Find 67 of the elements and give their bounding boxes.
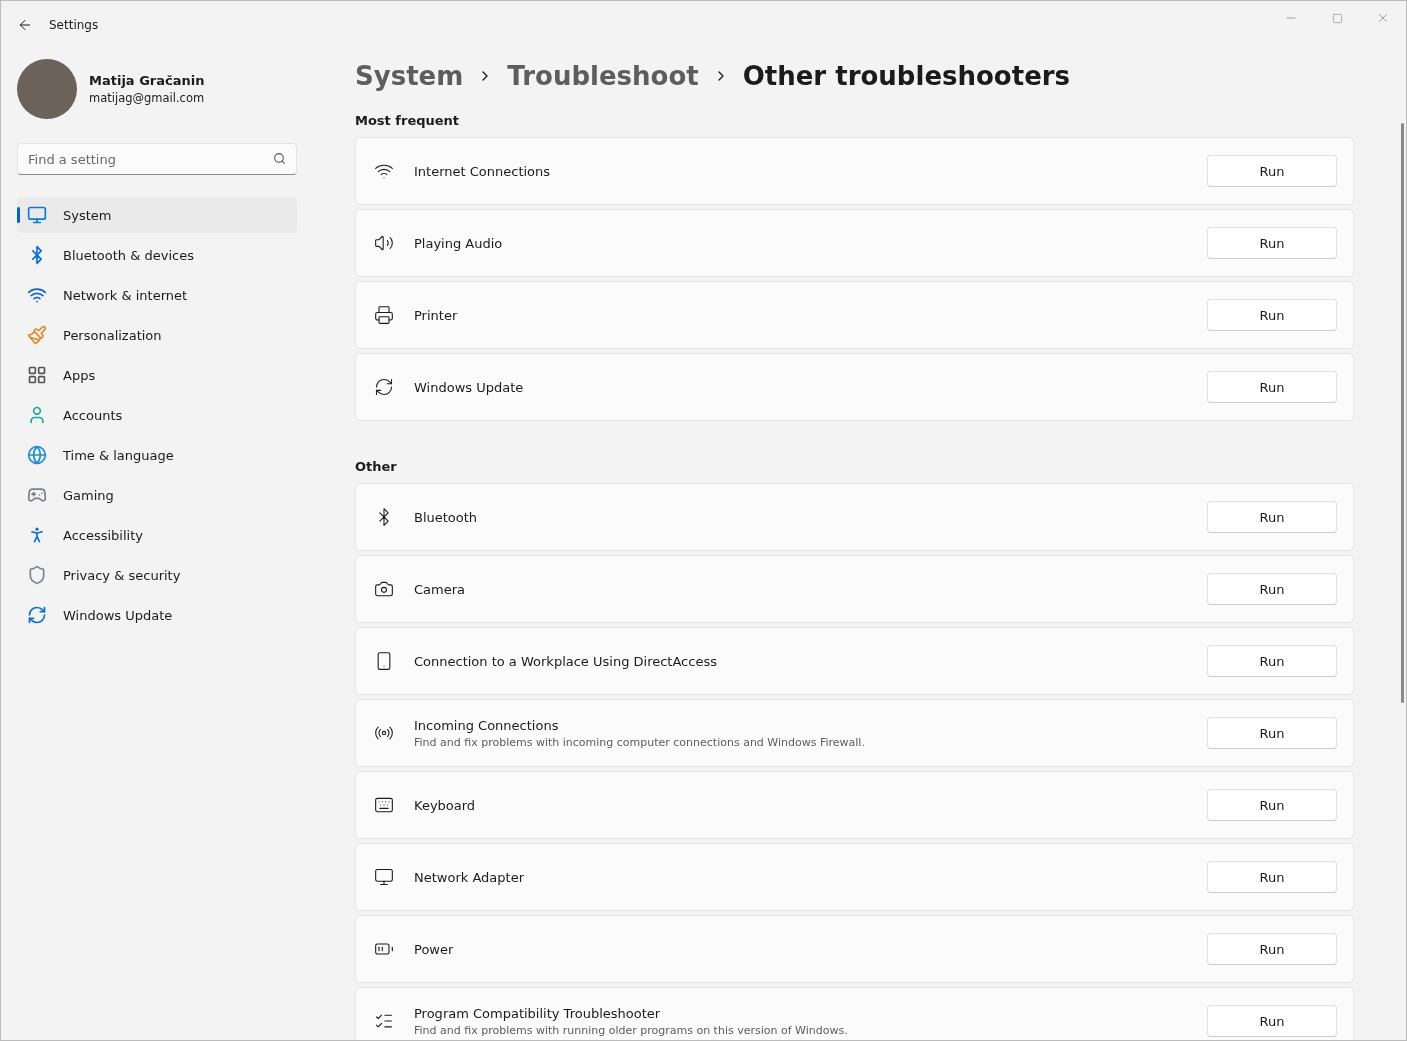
person-icon (27, 405, 47, 425)
shield-icon (27, 565, 47, 585)
run-button[interactable]: Run (1207, 299, 1337, 331)
nav-item[interactable]: Time & language (17, 437, 297, 473)
run-button[interactable]: Run (1207, 1005, 1337, 1037)
breadcrumb-item: Other troubleshooters (742, 61, 1071, 91)
close-icon (1376, 11, 1390, 25)
run-button[interactable]: Run (1207, 645, 1337, 677)
search-icon (273, 152, 286, 165)
breadcrumb-item[interactable]: Troubleshoot (507, 61, 699, 91)
troubleshooter-name: Keyboard (414, 797, 477, 813)
refresh-icon (27, 605, 47, 625)
apps-grid-icon (27, 365, 47, 385)
printer-icon (374, 305, 394, 325)
gamepad-icon (27, 485, 47, 505)
run-button[interactable]: Run (1207, 933, 1337, 965)
globe-icon (27, 445, 47, 465)
run-button[interactable]: Run (1207, 861, 1337, 893)
troubleshooter-name: Playing Audio (414, 235, 504, 251)
nav-item[interactable]: Privacy & security (17, 557, 297, 593)
nav-item[interactable]: Apps (17, 357, 297, 393)
search-field[interactable]: Find a setting (17, 143, 297, 175)
run-button[interactable]: Run (1207, 227, 1337, 259)
window-title: Settings (49, 18, 99, 32)
monitor-icon (374, 867, 394, 887)
nav-item[interactable]: Windows Update (17, 597, 297, 633)
nav-item[interactable]: Network & internet (17, 277, 297, 313)
nav-item[interactable]: System (17, 197, 297, 233)
troubleshooter-name: Camera (414, 581, 467, 597)
run-button[interactable]: Run (1207, 789, 1337, 821)
troubleshooter-name: Program Compatibility Troubleshooter (414, 1005, 662, 1021)
keyboard-icon (374, 795, 394, 815)
user-email: matijag@gmail.com (89, 91, 205, 105)
troubleshooter-name: Internet Connections (414, 163, 552, 179)
run-button[interactable]: Run (1207, 155, 1337, 187)
paintbrush-icon (27, 325, 47, 345)
refresh-icon (374, 377, 394, 397)
nav-item[interactable]: Personalization (17, 317, 297, 353)
run-button[interactable]: Run (1207, 501, 1337, 533)
nav-item[interactable]: Accessibility (17, 517, 297, 553)
user-name: Matija Gračanin (89, 73, 205, 88)
run-button[interactable]: Run (1207, 371, 1337, 403)
avatar (17, 59, 77, 119)
nav-item[interactable]: Gaming (17, 477, 297, 513)
maximize-icon (1331, 12, 1343, 24)
troubleshooter-name: Printer (414, 307, 459, 323)
run-button[interactable]: Run (1207, 717, 1337, 749)
section-title: Most frequent (355, 113, 461, 128)
troubleshooter-description: Find and fix problems with running older programs on this version of Windows. (414, 1023, 849, 1037)
section-title: Other (355, 459, 398, 474)
troubleshooter-name: Bluetooth (414, 509, 479, 525)
troubleshooter-name: Windows Update (414, 379, 525, 395)
troubleshooter-name: Power (414, 941, 455, 957)
troubleshooter-name: Connection to a Workplace Using DirectAccess (414, 653, 718, 669)
back-icon[interactable] (17, 17, 33, 33)
troubleshooter-description: Find and fix problems with incoming computer connections and Windows Firewall. (414, 735, 866, 749)
troubleshooter-name: Incoming Connections (414, 717, 560, 733)
nav-item[interactable]: Accounts (17, 397, 297, 433)
run-button[interactable]: Run (1207, 573, 1337, 605)
monitor-icon (27, 205, 47, 225)
breadcrumb-item[interactable]: System (355, 61, 464, 91)
camera-icon (374, 579, 394, 599)
scrollbar[interactable] (1401, 123, 1404, 703)
troubleshooter-name: Network Adapter (414, 869, 525, 885)
wifi-icon (27, 285, 47, 305)
nav-item[interactable]: Bluetooth & devices (17, 237, 297, 273)
speaker-icon (374, 233, 394, 253)
